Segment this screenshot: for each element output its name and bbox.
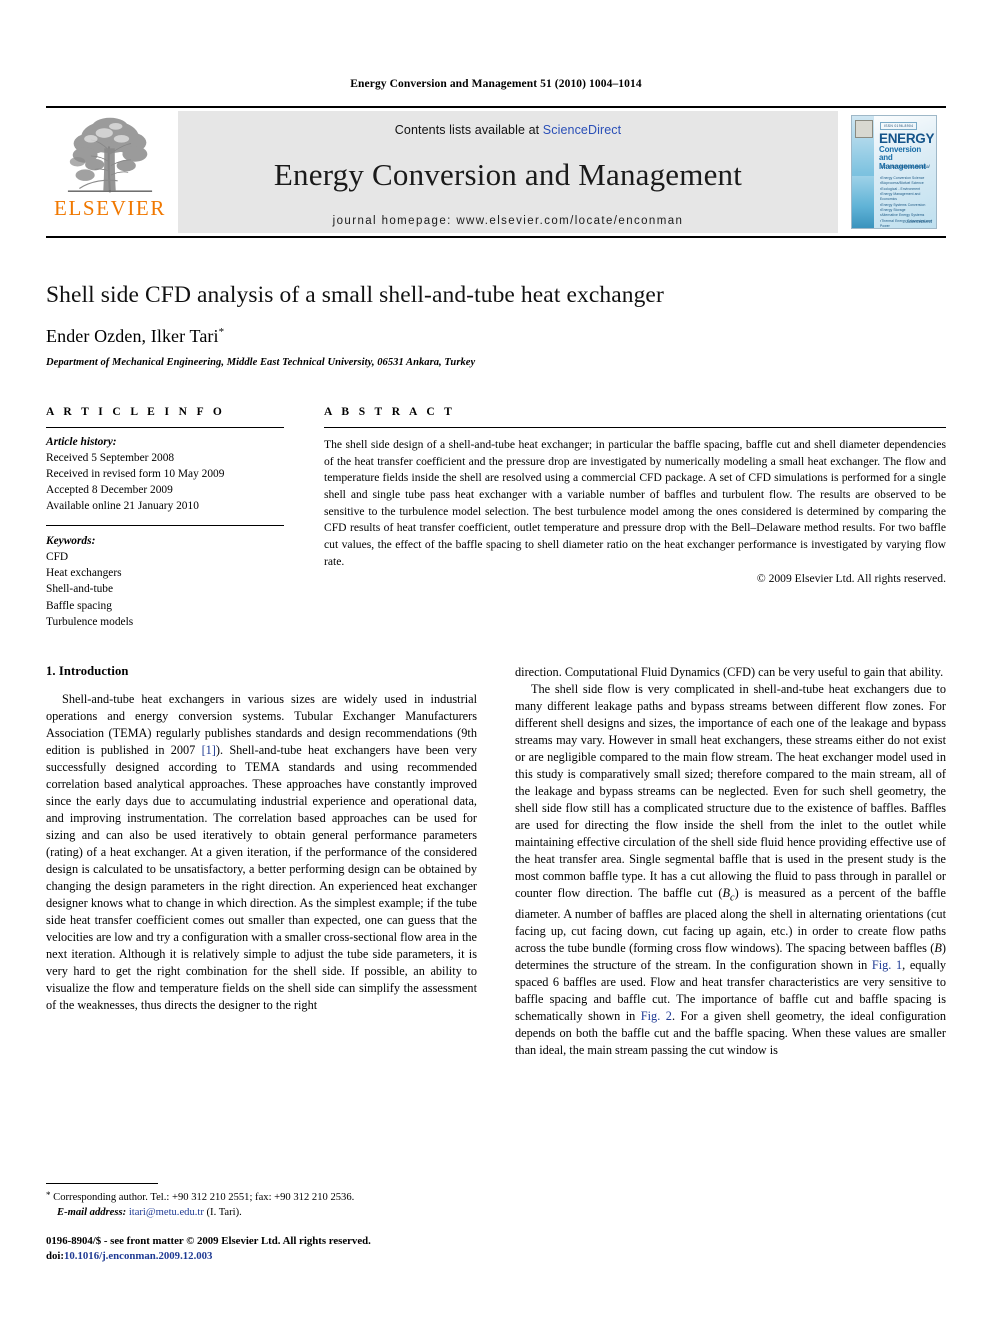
corresponding-author-marker: * — [218, 326, 225, 338]
contents-available-line: Contents lists available at ScienceDirec… — [395, 123, 621, 137]
cover-subtitle: An International Journal — [881, 164, 930, 169]
affiliation: Department of Mechanical Engineering, Mi… — [46, 357, 476, 368]
keyword-item: Shell-and-tube — [46, 583, 114, 596]
keywords-label: Keywords: — [46, 534, 96, 547]
keyword-item: Baffle spacing — [46, 599, 112, 612]
cover-badge-icon — [855, 120, 873, 138]
keyword-item: CFD — [46, 551, 69, 564]
sciencedirect-link[interactable]: ScienceDirect — [543, 123, 621, 137]
issn-copyright-line: 0196-8904/$ - see front matter © 2009 El… — [46, 1235, 371, 1247]
doi-line: doi:10.1016/j.enconman.2009.12.003 — [46, 1249, 371, 1264]
body-column-left: 1. Introduction Shell-and-tube heat exch… — [46, 664, 477, 1059]
title-block: Shell side CFD analysis of a small shell… — [46, 238, 946, 368]
elsevier-wordmark: ELSEVIER — [54, 196, 166, 220]
abstract-text: The shell side design of a shell-and-tub… — [324, 438, 946, 568]
keyword-item: Heat exchangers — [46, 567, 122, 580]
keyword-item: Turbulence models — [46, 615, 134, 628]
journal-masthead: ELSEVIER Contents lists available at Sci… — [46, 106, 946, 238]
section-heading-introduction: 1. Introduction — [46, 663, 129, 678]
contents-prefix: Contents lists available at — [394, 123, 543, 137]
inline-reference-link[interactable]: Fig. 1 — [872, 958, 902, 972]
keywords-list: Keywords: CFD Heat exchangers Shell-and-… — [46, 526, 284, 630]
masthead-center: Contents lists available at ScienceDirec… — [178, 111, 838, 233]
journal-cover-thumbnail: ISSN 0196-8904 ENERGY Conversion and Man… — [851, 115, 937, 229]
article-info-heading: A R T I C L E I N F O — [46, 406, 226, 418]
journal-title: Energy Conversion and Management — [273, 157, 743, 192]
cover-title-energy: ENERGY — [879, 131, 935, 146]
article-info-column: A R T I C L E I N F O Article history: R… — [46, 406, 284, 630]
journal-cover-block: ISSN 0196-8904 ENERGY Conversion and Man… — [842, 108, 946, 236]
author-names: Ender Ozden, Ilker Tari — [46, 326, 219, 346]
page-footer: 0196-8904/$ - see front matter © 2009 El… — [46, 1234, 371, 1265]
footnote-divider — [46, 1183, 158, 1184]
author-list: Ender Ozden, Ilker Tari* — [46, 326, 946, 347]
abstract-heading: A B S T R A C T — [324, 406, 456, 418]
paragraph: Shell-and-tube heat exchangers in variou… — [46, 691, 477, 1013]
footnote-email-line: E-mail address: itari@metu.edu.tr (I. Ta… — [46, 1206, 492, 1221]
cover-topic: Energy Management and Economics — [880, 192, 936, 203]
article-history-label: Article history: — [46, 436, 117, 448]
body-columns: 1. Introduction Shell-and-tube heat exch… — [46, 664, 946, 1059]
inline-reference-link[interactable]: Fig. 2 — [641, 1009, 672, 1023]
page-title: Shell side CFD analysis of a small shell… — [46, 282, 664, 308]
info-abstract-row: A R T I C L E I N F O Article history: R… — [46, 406, 946, 630]
paper-page: Energy Conversion and Management 51 (201… — [0, 0, 992, 1323]
footnote-contact: Corresponding author. Tel.: +90 312 210 … — [53, 1192, 355, 1203]
running-head: Energy Conversion and Management 51 (201… — [350, 78, 642, 90]
corresponding-author-footnote: * Corresponding author. Tel.: +90 312 21… — [46, 1183, 492, 1220]
history-item: Accepted 8 December 2009 — [46, 483, 173, 496]
cover-title-line2: Conversion and — [879, 145, 922, 163]
elsevier-logo: ELSEVIER — [46, 108, 174, 236]
footnote-line: * Corresponding author. Tel.: +90 312 21… — [46, 1189, 492, 1206]
email-link[interactable]: itari@metu.edu.tr — [129, 1207, 204, 1218]
cover-kicker: ISSN 0196-8904 — [880, 122, 918, 130]
email-owner: (I. Tari). — [206, 1206, 242, 1218]
elsevier-tree-icon — [67, 117, 153, 193]
history-item: Received in revised form 10 May 2009 — [46, 467, 225, 480]
paragraph: direction. Computational Fluid Dynamics … — [515, 664, 944, 679]
email-label: E-mail address: — [57, 1206, 127, 1218]
doi-link[interactable]: 10.1016/j.enconman.2009.12.003 — [64, 1250, 212, 1262]
abstract-copyright: © 2009 Elsevier Ltd. All rights reserved… — [756, 571, 946, 585]
inline-reference-link[interactable]: [1] — [202, 743, 216, 757]
paragraph: The shell side flow is very complicated … — [515, 681, 947, 1057]
history-item: Received 5 September 2008 — [46, 451, 175, 464]
history-item: Available online 21 January 2010 — [46, 499, 199, 512]
doi-label: doi: — [46, 1250, 64, 1263]
body-column-right: direction. Computational Fluid Dynamics … — [515, 664, 946, 1059]
article-history: Article history: Received 5 September 20… — [46, 428, 284, 515]
cover-publisher-logo: ScienceDirect — [906, 219, 932, 224]
abstract-column: A B S T R A C T The shell side design of… — [324, 406, 946, 630]
footnote-marker: * — [46, 1190, 51, 1200]
cover-photo — [852, 176, 874, 228]
journal-homepage[interactable]: journal homepage: www.elsevier.com/locat… — [333, 215, 684, 227]
